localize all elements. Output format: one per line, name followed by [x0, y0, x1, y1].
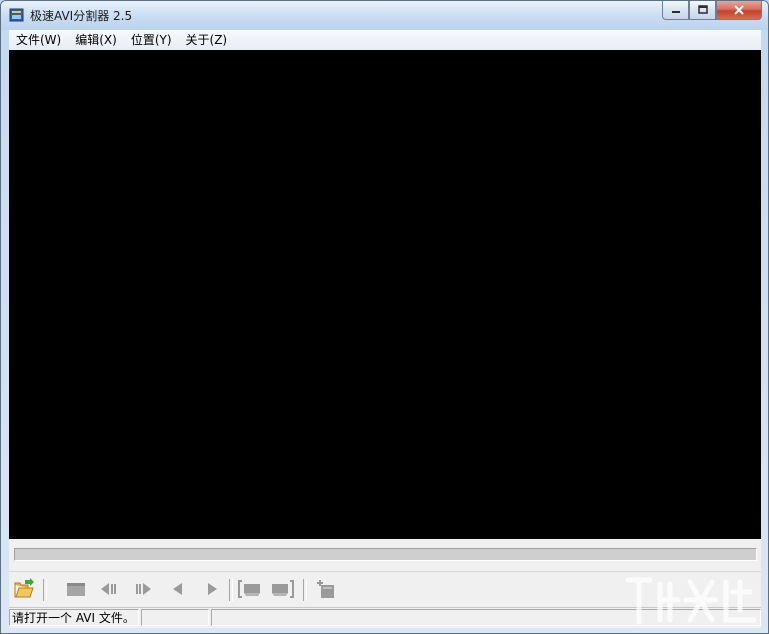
stop-button[interactable] — [65, 577, 87, 601]
play-button[interactable] — [201, 577, 223, 601]
previous-button[interactable] — [167, 577, 189, 601]
mark-out-icon — [272, 580, 294, 598]
menu-bar: 文件(W) 编辑(X) 位置(Y) 关于(Z) — [9, 30, 761, 50]
status-pane-2 — [141, 609, 209, 626]
play-icon — [208, 583, 217, 595]
add-segment-icon — [317, 580, 334, 598]
toolbar-separator — [43, 579, 47, 601]
menu-position[interactable]: 位置(Y) — [124, 30, 179, 50]
mark-in-icon — [238, 580, 260, 598]
watermark-logo — [625, 577, 757, 625]
open-file-button[interactable] — [13, 577, 35, 601]
add-segment-button[interactable] — [315, 577, 337, 601]
menu-edit[interactable]: 编辑(X) — [68, 30, 124, 50]
menu-about[interactable]: 关于(Z) — [179, 30, 235, 50]
seek-slider[interactable] — [14, 548, 757, 561]
step-forward-button[interactable] — [133, 577, 155, 601]
minimize-icon — [671, 11, 680, 13]
toolbar-separator — [303, 579, 307, 601]
maximize-icon — [697, 5, 708, 14]
minimize-button[interactable] — [662, 1, 689, 20]
status-message: 请打开一个 AVI 文件。 — [9, 609, 139, 626]
stop-icon — [67, 583, 85, 596]
maximize-button[interactable] — [689, 1, 716, 20]
mark-in-button[interactable] — [237, 577, 263, 601]
close-icon — [734, 5, 744, 15]
open-folder-icon — [14, 578, 34, 598]
step-forward-icon — [136, 583, 151, 595]
app-window: 极速AVI分割器 2.5 文件(W) 编辑(X) 位置(Y) 关于(Z) 请打开… — [0, 0, 769, 634]
window-title: 极速AVI分割器 2.5 — [30, 9, 133, 23]
step-back-button[interactable] — [97, 577, 119, 601]
app-icon — [9, 8, 24, 22]
toolbar-separator — [229, 579, 233, 601]
video-display[interactable] — [9, 50, 761, 539]
previous-icon — [173, 583, 182, 595]
mark-out-button[interactable] — [269, 577, 295, 601]
close-button[interactable] — [716, 1, 762, 20]
menu-file[interactable]: 文件(W) — [9, 30, 68, 50]
title-bar[interactable]: 极速AVI分割器 2.5 — [1, 1, 768, 30]
step-back-icon — [101, 583, 116, 595]
